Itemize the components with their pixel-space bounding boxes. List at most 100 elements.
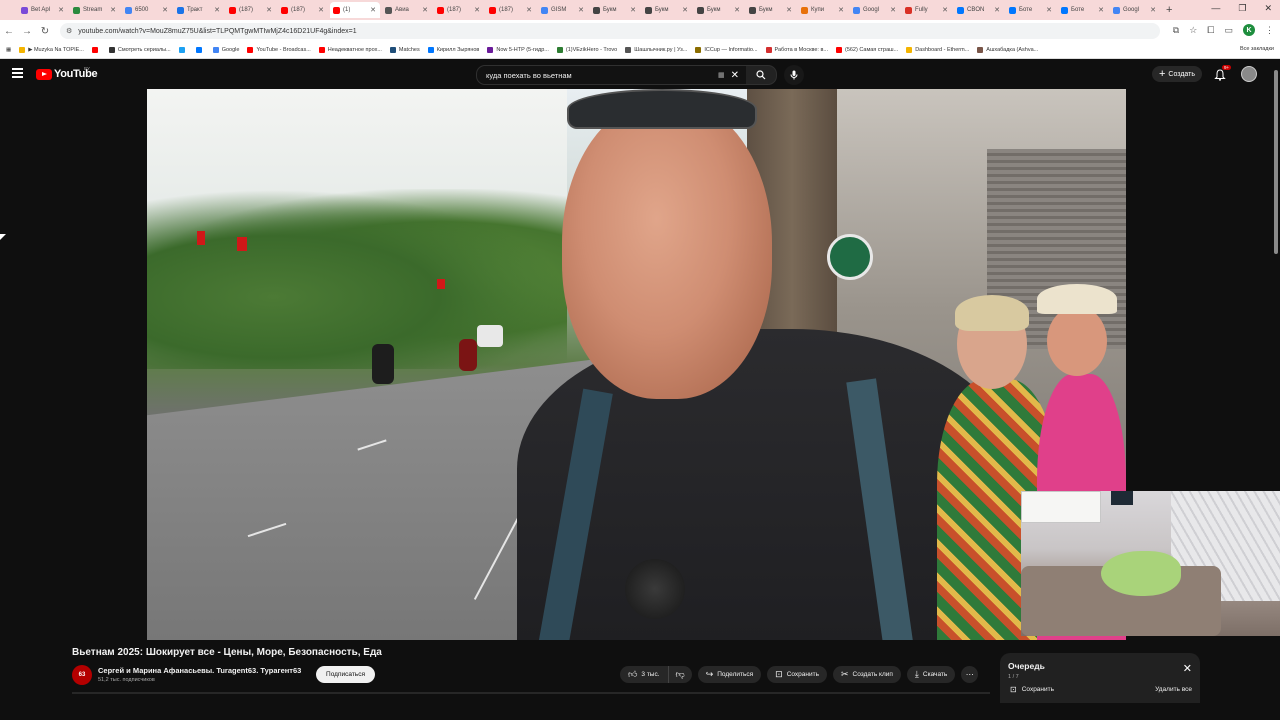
search-button[interactable] — [746, 65, 777, 85]
keyboard-icon[interactable]: ▦ — [718, 71, 725, 79]
bookmark-item[interactable]: Ашхабадка (Ashva... — [977, 47, 1038, 53]
close-tab-icon[interactable]: ✕ — [890, 6, 896, 14]
close-tab-icon[interactable]: ✕ — [734, 6, 740, 14]
scrollbar-thumb[interactable] — [1274, 70, 1278, 254]
browser-tab[interactable]: (187) ✕ — [486, 2, 536, 18]
close-tab-icon[interactable]: ✕ — [578, 6, 584, 14]
close-tab-icon[interactable]: ✕ — [266, 6, 272, 14]
close-tab-icon[interactable]: ✕ — [786, 6, 792, 14]
bookmark-item[interactable]: Шашлычник.ру | Уз... — [625, 47, 687, 53]
download-button[interactable]: ⤓ Скачать — [906, 666, 956, 683]
bookmark-item[interactable]: Dashboard - Etherm... — [906, 47, 969, 53]
bookmark-item[interactable] — [178, 47, 188, 53]
extensions-icon[interactable]: ⧠ — [1207, 25, 1214, 36]
channel-name[interactable]: Сергей и Марина Афанасьевы. Turagent63. … — [98, 666, 301, 675]
bookmark-item[interactable]: Смотреть сериалы... — [108, 47, 171, 53]
bookmark-item[interactable]: Now 5-HTP (5-гидр... — [487, 47, 549, 53]
subscribe-button[interactable]: Подписаться — [316, 666, 375, 683]
hamburger-menu-icon[interactable] — [12, 68, 23, 78]
browser-tab[interactable]: Тракт ✕ — [174, 2, 224, 18]
clear-search-icon[interactable]: ✕ — [731, 70, 739, 81]
close-window-icon[interactable]: ✕ — [1264, 3, 1272, 14]
maximize-icon[interactable]: ❐ — [1238, 3, 1246, 14]
minimize-icon[interactable]: — — [1211, 3, 1220, 14]
close-queue-icon[interactable]: ✕ — [1183, 662, 1192, 675]
install-icon[interactable]: ⧉ — [1173, 25, 1179, 36]
side-panel-icon[interactable]: ▭ — [1224, 25, 1233, 36]
browser-tab[interactable]: Stream ✕ — [70, 2, 120, 18]
close-tab-icon[interactable]: ✕ — [994, 6, 1000, 14]
bookmark-item[interactable]: ▶ Muzyka Na TOPIE... — [19, 47, 84, 53]
bookmark-item[interactable]: ICCup — Informatio... — [695, 47, 758, 53]
back-icon[interactable]: ← — [0, 26, 18, 37]
save-button[interactable]: ⊡ Сохранить — [767, 666, 827, 683]
browser-tab[interactable]: (187) ✕ — [278, 2, 328, 18]
browser-tab[interactable]: Googl ✕ — [850, 2, 900, 18]
browser-tab[interactable]: CBON ✕ — [954, 2, 1004, 18]
browser-tab[interactable]: Букм ✕ — [642, 2, 692, 18]
bookmark-star-icon[interactable]: ☆ — [1189, 25, 1197, 36]
close-tab-icon[interactable]: ✕ — [474, 6, 480, 14]
all-bookmarks[interactable]: Все закладки — [1240, 46, 1274, 52]
browser-tab[interactable]: Букм ✕ — [590, 2, 640, 18]
user-avatar[interactable] — [1241, 66, 1257, 82]
close-tab-icon[interactable]: ✕ — [838, 6, 844, 14]
bookmark-item[interactable]: (562) Самая страш... — [835, 47, 898, 53]
close-tab-icon[interactable]: ✕ — [162, 6, 168, 14]
browser-tab[interactable]: Авиа ✕ — [382, 2, 432, 18]
browser-tab[interactable]: Боте ✕ — [1058, 2, 1108, 18]
close-tab-icon[interactable]: ✕ — [58, 6, 64, 14]
bookmark-item[interactable]: Matches — [389, 47, 420, 53]
browser-menu-icon[interactable]: ⋮ — [1265, 25, 1274, 36]
like-button[interactable]: 👍︎ 3 тыс. — [620, 666, 669, 683]
create-clip-button[interactable]: ✂ Создать клип — [833, 666, 901, 683]
browser-tab[interactable]: Букм ✕ — [746, 2, 796, 18]
page-scrollbar[interactable] — [1273, 62, 1279, 696]
bookmark-item[interactable]: Работа в Москве: в... — [765, 47, 828, 53]
share-button[interactable]: ↪ Поделиться — [697, 666, 762, 683]
browser-tab[interactable]: (187) ✕ — [434, 2, 484, 18]
browser-tab[interactable]: (187) ✕ — [226, 2, 276, 18]
close-tab-icon[interactable]: ✕ — [1098, 6, 1104, 14]
browser-tab[interactable]: Googl ✕ — [1110, 2, 1160, 18]
bookmark-item[interactable]: Кирилл Зырянов — [427, 47, 479, 53]
close-tab-icon[interactable]: ✕ — [1150, 6, 1156, 14]
forward-icon[interactable]: → — [18, 26, 36, 37]
more-actions-icon[interactable]: ⋯ — [961, 666, 979, 683]
bookmark-item[interactable]: Неадекватное прох... — [318, 47, 382, 53]
browser-tab[interactable]: 6500 ✕ — [122, 2, 172, 18]
browser-tab[interactable]: GISM ✕ — [538, 2, 588, 18]
video-player[interactable] — [147, 89, 1126, 640]
close-tab-icon[interactable]: ✕ — [630, 6, 636, 14]
browser-tab[interactable]: Купи ✕ — [798, 2, 848, 18]
voice-search-button[interactable] — [784, 65, 804, 85]
bookmark-item[interactable]: (1)VEzikHero - Trovo — [556, 47, 617, 53]
delete-all-button[interactable]: Удалить все — [1155, 686, 1192, 693]
notifications-bell-icon[interactable] — [1214, 68, 1226, 86]
address-bar[interactable]: ⚙ youtube.com/watch?v=MouZ8muZ75U&list=T… — [60, 23, 1160, 39]
profile-avatar[interactable]: K — [1243, 24, 1255, 36]
channel-avatar[interactable]: 63 — [72, 665, 92, 685]
browser-tab[interactable]: Bet Apl ✕ — [18, 2, 68, 18]
browser-tab[interactable]: (1) ✕ — [330, 2, 380, 18]
close-tab-icon[interactable]: ✕ — [110, 6, 116, 14]
close-tab-icon[interactable]: ✕ — [942, 6, 948, 14]
browser-tab[interactable]: Fully ✕ — [902, 2, 952, 18]
search-input[interactable]: куда поехать во вьетнам ▦ ✕ — [476, 65, 748, 85]
dislike-button[interactable]: 👎︎ — [668, 666, 692, 683]
close-tab-icon[interactable]: ✕ — [370, 6, 376, 14]
bookmark-item[interactable] — [195, 47, 205, 53]
queue-save-button[interactable]: ⊡ Сохранить — [1010, 685, 1054, 694]
bookmark-item[interactable] — [91, 47, 101, 53]
bookmark-item[interactable]: YouTube - Broadcas... — [247, 47, 311, 53]
browser-tab[interactable]: Боте ✕ — [1006, 2, 1056, 18]
browser-tab[interactable]: Букм ✕ — [694, 2, 744, 18]
create-button[interactable]: + Создать — [1152, 66, 1202, 82]
reload-icon[interactable]: ↻ — [36, 26, 54, 37]
close-tab-icon[interactable]: ✕ — [422, 6, 428, 14]
close-tab-icon[interactable]: ✕ — [682, 6, 688, 14]
close-tab-icon[interactable]: ✕ — [318, 6, 324, 14]
close-tab-icon[interactable]: ✕ — [526, 6, 532, 14]
site-info-icon[interactable]: ⚙ — [66, 27, 72, 35]
close-tab-icon[interactable]: ✕ — [1046, 6, 1052, 14]
